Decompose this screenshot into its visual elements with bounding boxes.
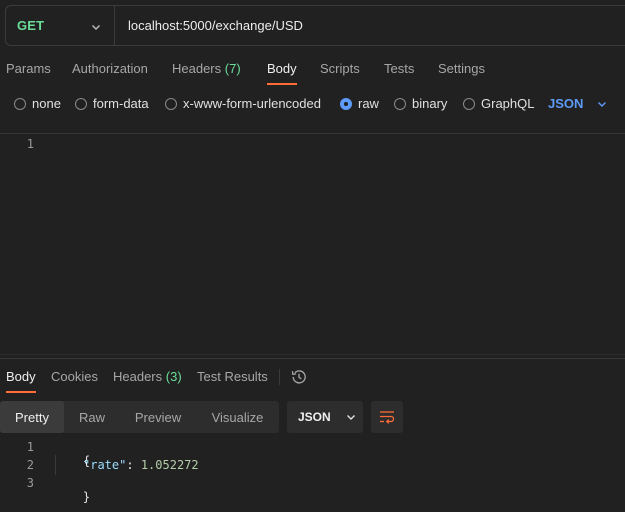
view-preview-button[interactable]: Preview (120, 401, 196, 433)
radio-binary[interactable]: binary (394, 96, 447, 111)
url-bar: GET localhost:5000/exchange/USD (5, 5, 625, 46)
tab-headers[interactable]: Headers (7) (172, 61, 241, 76)
tab-body-label: Body (267, 61, 297, 76)
radio-circle (75, 97, 87, 110)
radio-label: binary (412, 96, 448, 111)
url-input[interactable]: localhost:5000/exchange/USD (115, 18, 303, 33)
method-label: GET (17, 18, 45, 33)
radio-graphql[interactable]: GraphQL (463, 96, 534, 111)
radio-label: x-www-form-urlencoded (183, 96, 321, 111)
radio-circle (14, 97, 26, 110)
panel-resize-handle[interactable] (0, 354, 625, 355)
json-close-brace: } (54, 476, 90, 512)
json-key: "rate" (83, 458, 127, 472)
response-view-mode-group: Pretty Raw Preview Visualize (0, 401, 279, 433)
radio-circle (394, 97, 406, 110)
radio-none[interactable]: none (14, 96, 61, 111)
brace: } (82, 490, 91, 504)
active-tab-indicator (267, 83, 297, 85)
wrap-lines-icon (379, 410, 395, 424)
radio-label: form-data (93, 96, 149, 111)
response-tab-headers-label: Headers (113, 369, 163, 384)
json-colon: : (126, 458, 134, 472)
wrap-lines-button[interactable] (371, 401, 403, 433)
tab-headers-count: (7) (224, 61, 241, 76)
radio-label: raw (358, 96, 379, 111)
request-line-number: 1 (26, 137, 34, 151)
response-tab-body-label: Body (6, 369, 36, 384)
view-visualize-button[interactable]: Visualize (196, 401, 279, 433)
chevron-down-icon (597, 99, 607, 109)
response-line-number: 3 (26, 476, 34, 490)
chevron-down-icon (346, 412, 356, 422)
response-line-number: 1 (26, 440, 34, 454)
tab-authorization[interactable]: Authorization (72, 61, 148, 76)
tab-scripts[interactable]: Scripts (320, 61, 360, 76)
tab-headers-label: Headers (172, 61, 222, 76)
response-language-label: JSON (298, 410, 331, 424)
tab-separator (279, 369, 280, 385)
radio-label: GraphQL (481, 96, 535, 111)
method-select[interactable]: GET (6, 6, 115, 45)
radio-label: none (32, 96, 61, 111)
response-top-divider (0, 358, 625, 359)
response-tab-body[interactable]: Body (6, 369, 36, 393)
response-line-number: 2 (26, 458, 34, 472)
response-tab-headers-count: (3) (165, 369, 182, 384)
body-language-label: JSON (548, 96, 584, 111)
body-type-selector: none form-data x-www-form-urlencoded raw… (0, 96, 625, 114)
view-pretty-button[interactable]: Pretty (0, 401, 64, 433)
radio-form-data[interactable]: form-data (75, 96, 149, 111)
response-tab-test-results[interactable]: Test Results (197, 369, 268, 384)
response-tab-headers[interactable]: Headers (3) (113, 369, 182, 384)
radio-circle-checked (340, 97, 352, 110)
response-tab-cookies[interactable]: Cookies (51, 369, 98, 384)
view-raw-button[interactable]: Raw (64, 401, 120, 433)
tab-tests[interactable]: Tests (384, 61, 414, 76)
body-language-select[interactable]: JSON (548, 96, 607, 111)
radio-circle (165, 97, 177, 110)
radio-x-www-form-urlencoded[interactable]: x-www-form-urlencoded (165, 96, 321, 111)
json-rate-line: "rate": 1.052272 (83, 458, 199, 472)
radio-raw[interactable]: raw (340, 96, 379, 111)
tab-params[interactable]: Params (6, 61, 51, 76)
tab-body[interactable]: Body (267, 61, 297, 85)
json-value: 1.052272 (140, 458, 199, 472)
request-body-editor[interactable] (40, 134, 625, 354)
tab-settings[interactable]: Settings (438, 61, 485, 76)
active-tab-indicator (6, 391, 36, 393)
chevron-down-icon (91, 19, 101, 37)
history-icon[interactable] (290, 368, 308, 391)
radio-circle (463, 97, 475, 110)
postman-request-window: GET localhost:5000/exchange/USD Params A… (0, 0, 625, 512)
response-language-select[interactable]: JSON (287, 401, 363, 433)
